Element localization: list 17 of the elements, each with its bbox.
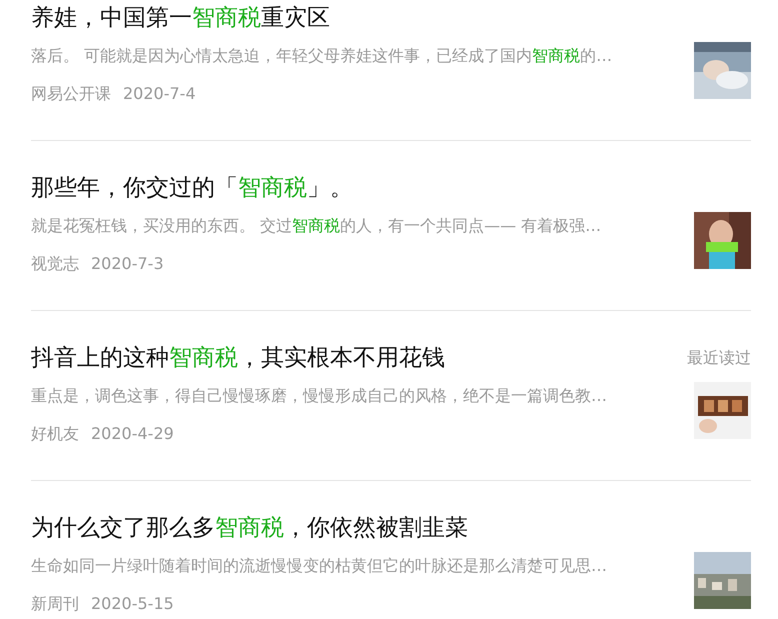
- article-title[interactable]: 养娃，中国第一智商税重灾区: [31, 3, 330, 33]
- article-date: 2020-7-3: [91, 253, 164, 275]
- article-snippet: 重点是，调色这事，得自己慢慢琢磨，慢慢形成自己的风格，绝不是一篇调色教…: [31, 385, 607, 407]
- article-date: 2020-5-15: [91, 593, 174, 615]
- article-date: 2020-4-29: [91, 423, 174, 445]
- article-snippet: 落后。 可能就是因为心情太急迫，年轻父母养娃这件事，已经成了国内智商税的…: [31, 45, 612, 67]
- article-source: 视觉志: [31, 253, 79, 275]
- article-source: 好机友: [31, 423, 79, 445]
- article-date: 2020-7-4: [123, 83, 196, 105]
- article-snippet: 就是花冤枉钱，买没用的东西。 交过智商税的人，有一个共同点—— 有着极强…: [31, 215, 602, 237]
- article-title[interactable]: 为什么交了那么多智商税，你依然被割韭菜: [31, 513, 468, 543]
- article-source: 新周刊: [31, 593, 79, 615]
- article-snippet: 生命如同一片绿叶随着时间的流逝慢慢变的枯黄但它的叶脉还是那么清楚可见思…: [31, 555, 607, 577]
- article-source: 网易公开课: [31, 83, 111, 105]
- article-title[interactable]: 抖音上的这种智商税，其实根本不用花钱: [31, 343, 445, 373]
- article-title[interactable]: 那些年，你交过的「智商税」。: [31, 173, 353, 203]
- recently-read-label: 最近读过: [687, 347, 751, 369]
